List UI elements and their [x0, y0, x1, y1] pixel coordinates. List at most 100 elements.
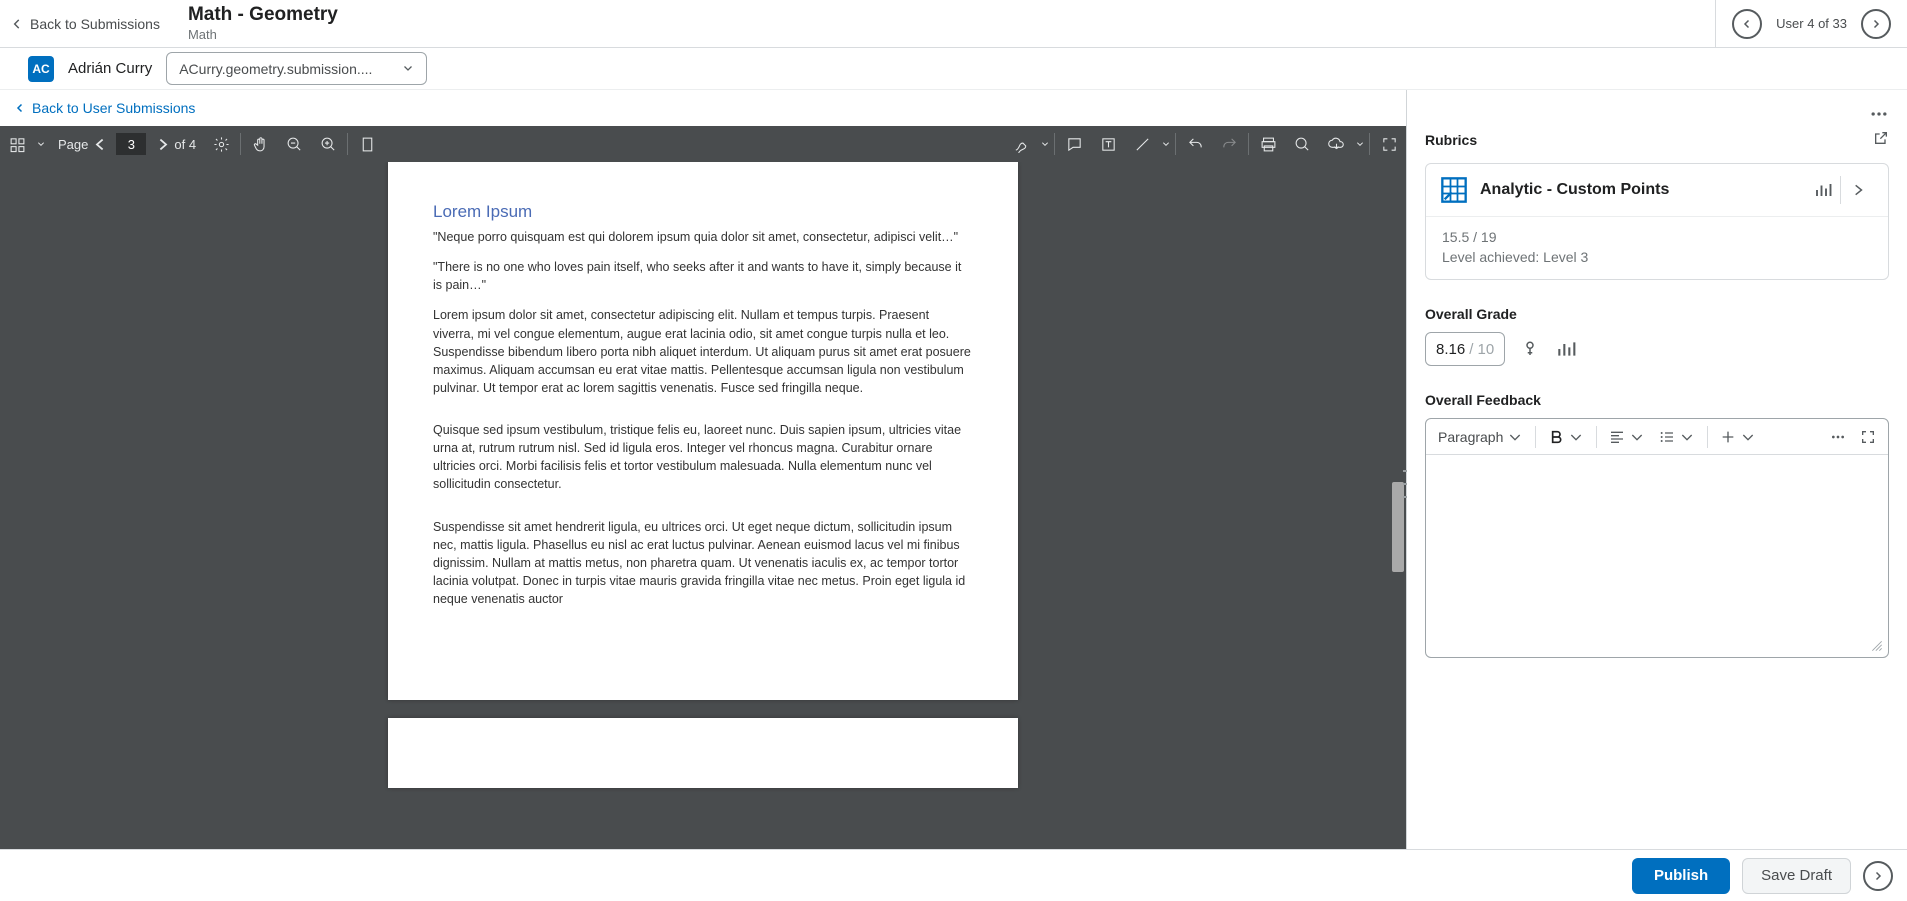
grade-stats-button[interactable]	[1555, 338, 1577, 360]
line-icon	[1134, 136, 1151, 153]
drag-handle[interactable]	[1403, 470, 1407, 498]
doc-paragraph: Suspendisse sit amet hendrerit ligula, e…	[433, 518, 973, 609]
page-fit-icon	[359, 136, 376, 153]
rubric-expand-button[interactable]	[1840, 176, 1874, 204]
note-button[interactable]	[1057, 126, 1091, 162]
pdf-toolbar: Page of 4	[0, 126, 1406, 162]
list-button[interactable]	[1653, 423, 1701, 451]
zoom-out-button[interactable]	[277, 126, 311, 162]
fit-page-button[interactable]	[350, 126, 384, 162]
prev-user-button[interactable]	[1732, 9, 1762, 39]
rubric-stats-button[interactable]	[1806, 176, 1840, 204]
grade-max: / 10	[1469, 341, 1494, 358]
save-draft-button[interactable]: Save Draft	[1742, 858, 1851, 894]
more-horizontal-icon	[1830, 429, 1846, 445]
zoom-in-button[interactable]	[311, 126, 345, 162]
bar-chart-icon	[1814, 181, 1832, 199]
back-user-submissions-link[interactable]: Back to User Submissions	[14, 100, 1392, 116]
chevron-right-icon	[1851, 183, 1865, 197]
pdf-page: Lorem Ipsum "Neque porro quisquam est qu…	[388, 162, 1018, 700]
student-bar: AC Adrián Curry ACurry.geometry.submissi…	[0, 48, 1907, 90]
line-dropdown[interactable]	[1159, 140, 1173, 148]
doc-heading: Lorem Ipsum	[433, 202, 973, 222]
more-horizontal-icon	[1869, 104, 1889, 124]
doc-paragraph: Lorem ipsum dolor sit amet, consectetur …	[433, 306, 973, 397]
align-button[interactable]	[1603, 423, 1651, 451]
file-dropdown[interactable]: ACurry.geometry.submission....	[166, 52, 427, 85]
doc-paragraph: Quisque sed ipsum vestibulum, tristique …	[433, 421, 973, 494]
chevron-down-icon	[402, 61, 414, 77]
search-icon	[1294, 136, 1311, 153]
next-user-button[interactable]	[1861, 9, 1891, 39]
more-actions-button[interactable]	[1869, 104, 1889, 127]
panel-toggle-button[interactable]	[0, 126, 34, 162]
rubric-header: Analytic - Custom Points	[1426, 164, 1888, 216]
top-header: Back to Submissions Math - Geometry Math…	[0, 0, 1907, 48]
title-area: Math - Geometry Math	[178, 0, 1715, 47]
page-prev-button[interactable]	[88, 126, 112, 162]
page-next-button[interactable]	[150, 126, 174, 162]
rubric-level: Level achieved: Level 3	[1442, 249, 1872, 265]
gear-icon	[213, 136, 230, 153]
resize-handle-icon[interactable]	[1870, 639, 1884, 653]
format-dropdown[interactable]: Paragraph	[1432, 423, 1529, 451]
left-column: Back to User Submissions Page of 4	[0, 90, 1407, 849]
footer-next-button[interactable]	[1863, 861, 1893, 891]
freehand-dropdown[interactable]	[1038, 140, 1052, 148]
page-total: of 4	[174, 137, 196, 152]
rubrics-heading-row: Rubrics	[1425, 130, 1889, 149]
page-title: Math - Geometry	[188, 5, 1715, 26]
chevron-down-icon	[1568, 429, 1584, 445]
pdf-page	[388, 718, 1018, 788]
pdf-canvas[interactable]: Lorem Ipsum "Neque porro quisquam est qu…	[0, 162, 1406, 849]
back-to-submissions-link[interactable]: Back to Submissions	[0, 0, 178, 47]
doc-paragraph: "There is no one who loves pain itself, …	[433, 258, 973, 294]
download-button[interactable]	[1319, 126, 1353, 162]
rubrics-popout-button[interactable]	[1873, 130, 1889, 149]
redo-icon	[1221, 136, 1238, 153]
chevron-down-icon	[1507, 429, 1523, 445]
evaluation-panel: Rubrics Analytic - Custom Points 15.5	[1407, 90, 1907, 849]
grade-input[interactable]: 8.16 / 10	[1425, 332, 1505, 366]
chevron-left-icon	[10, 17, 24, 31]
grade-value: 8.16	[1436, 341, 1465, 358]
settings-button[interactable]	[204, 126, 238, 162]
text-box-button[interactable]	[1091, 126, 1125, 162]
insert-button[interactable]	[1714, 423, 1762, 451]
grade-suggestion-button[interactable]	[1519, 338, 1541, 360]
line-button[interactable]	[1125, 126, 1159, 162]
fullscreen-button[interactable]	[1372, 126, 1406, 162]
editor-textarea[interactable]	[1426, 455, 1888, 657]
align-left-icon	[1609, 429, 1625, 445]
bold-button[interactable]	[1542, 423, 1590, 451]
undo-button[interactable]	[1178, 126, 1212, 162]
editor-more-button[interactable]	[1824, 423, 1852, 451]
footer: Publish Save Draft	[0, 849, 1907, 901]
overall-grade-row: 8.16 / 10	[1425, 332, 1889, 366]
user-nav: User 4 of 33	[1715, 0, 1907, 47]
download-dropdown[interactable]	[1353, 140, 1367, 148]
zoom-out-icon	[286, 136, 303, 153]
publish-button[interactable]: Publish	[1632, 858, 1730, 894]
print-button[interactable]	[1251, 126, 1285, 162]
editor-fullscreen-button[interactable]	[1854, 423, 1882, 451]
fullscreen-icon	[1381, 136, 1398, 153]
page-subtitle: Math	[188, 27, 1715, 42]
page-label: Page	[58, 137, 88, 152]
chevron-right-icon	[1872, 870, 1884, 882]
rubric-name: Analytic - Custom Points	[1480, 181, 1794, 199]
fullscreen-icon	[1860, 429, 1876, 445]
doc-paragraph: "Neque porro quisquam est qui dolorem ip…	[433, 228, 973, 246]
note-icon	[1066, 136, 1083, 153]
pan-button[interactable]	[243, 126, 277, 162]
page-input[interactable]	[116, 133, 146, 155]
search-button[interactable]	[1285, 126, 1319, 162]
rubric-card: Analytic - Custom Points 15.5 / 19 Level…	[1425, 163, 1889, 280]
redo-button[interactable]	[1212, 126, 1246, 162]
zoom-in-icon	[320, 136, 337, 153]
undo-icon	[1187, 136, 1204, 153]
panel-dropdown[interactable]	[34, 140, 48, 148]
freehand-button[interactable]	[1004, 126, 1038, 162]
print-icon	[1260, 136, 1277, 153]
avatar: AC	[28, 56, 54, 82]
